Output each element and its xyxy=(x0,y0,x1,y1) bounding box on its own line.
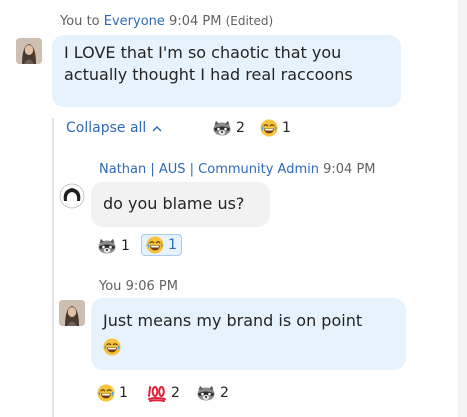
chevron-up-icon xyxy=(152,125,162,131)
message-header: Nathan | AUS | Community Admin 9:04 PM xyxy=(99,162,376,177)
user-photo-icon xyxy=(59,300,85,326)
reaction-count: 2 xyxy=(220,385,229,401)
raccoon-icon xyxy=(212,120,232,136)
reaction-raccoon[interactable]: 1 xyxy=(97,238,130,254)
timestamp: 9:04 PM xyxy=(169,14,222,29)
sender-name: You xyxy=(99,279,122,294)
avatar[interactable] xyxy=(16,38,42,64)
raccoon-icon xyxy=(97,238,117,254)
user-avatar-icon xyxy=(59,183,85,209)
message-bubble[interactable]: Just means my brand is on point xyxy=(91,298,406,370)
edited-label: (Edited) xyxy=(225,14,274,28)
hundred-points-icon xyxy=(148,386,166,402)
message-header: You 9:06 PM xyxy=(99,279,178,294)
timestamp: 9:06 PM xyxy=(125,279,178,294)
reaction-count: 1 xyxy=(119,385,128,401)
recipient-link[interactable]: Everyone xyxy=(104,14,165,29)
reaction-count: 1 xyxy=(282,120,291,136)
collapse-all-button[interactable]: Collapse all xyxy=(66,120,162,136)
avatar[interactable] xyxy=(59,300,85,326)
sender-name: You xyxy=(60,14,83,29)
reaction-count: 2 xyxy=(171,385,180,401)
collapse-all-label: Collapse all xyxy=(66,120,147,136)
laughing-face-icon xyxy=(97,384,115,402)
reaction-laugh[interactable]: 1 xyxy=(260,119,291,137)
to-label: to xyxy=(86,14,100,29)
avatar[interactable] xyxy=(59,183,85,209)
reaction-laugh[interactable]: 1 xyxy=(97,384,128,402)
message-bubble[interactable]: do you blame us? xyxy=(91,182,270,227)
raccoon-icon xyxy=(196,385,216,401)
reaction-hundred[interactable]: 2 xyxy=(147,384,180,402)
message-header: You to Everyone 9:04 PM (Edited) xyxy=(60,14,273,29)
scrollbar-track[interactable] xyxy=(458,0,467,417)
laughing-face-icon xyxy=(103,338,121,356)
reaction-count: 2 xyxy=(236,120,245,136)
reaction-count: 1 xyxy=(168,237,177,253)
timestamp: 9:04 PM xyxy=(323,162,376,177)
laughing-face-icon xyxy=(260,119,278,137)
reaction-raccoon[interactable]: 2 xyxy=(212,120,245,136)
message-text: do you blame us? xyxy=(103,194,245,213)
message-text: Just means my brand is on point xyxy=(103,311,363,330)
sender-name[interactable]: Nathan | AUS | Community Admin xyxy=(99,162,319,177)
message-text: I LOVE that I'm so chaotic that you actu… xyxy=(64,43,353,84)
reaction-raccoon[interactable]: 2 xyxy=(196,385,229,401)
user-photo-icon xyxy=(16,38,42,64)
reaction-laugh-selected[interactable]: 1 xyxy=(141,234,182,256)
reaction-count: 1 xyxy=(121,238,130,254)
message-bubble[interactable]: I LOVE that I'm so chaotic that you actu… xyxy=(52,35,401,107)
thread-line xyxy=(52,118,54,417)
laughing-face-icon xyxy=(146,236,164,254)
